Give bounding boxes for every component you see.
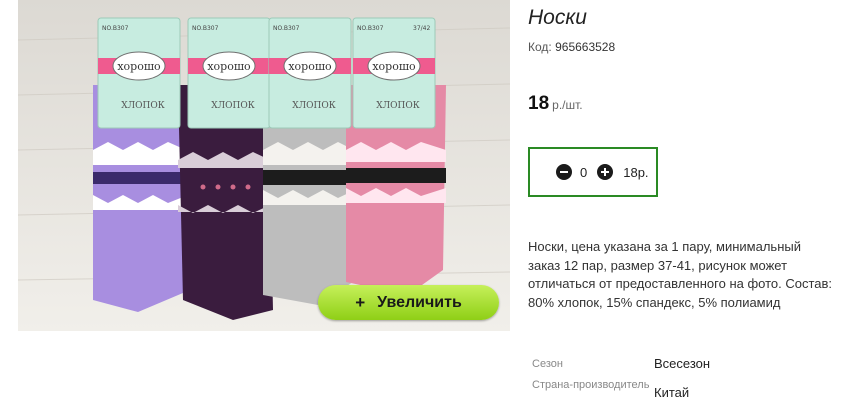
property-value: Всесезон bbox=[654, 356, 711, 371]
label-sku-3: NO.B307 bbox=[273, 25, 300, 32]
product-price: 18 р./шт. bbox=[528, 93, 583, 115]
product-code: Код: 965663528 bbox=[528, 40, 615, 54]
label-material-4: ХЛОПОК bbox=[376, 101, 420, 111]
product-image[interactable]: хорошо хорошо хорошо хорошо NO.B307 NO.B… bbox=[18, 0, 510, 331]
price-unit: р./шт. bbox=[552, 98, 583, 112]
product-title: Носки bbox=[528, 6, 587, 29]
label-brand-3: хорошо bbox=[288, 60, 332, 73]
quantity-sum: 18р. bbox=[623, 164, 649, 180]
zoom-button-label: Увеличить bbox=[377, 293, 462, 311]
increase-quantity-icon[interactable] bbox=[597, 164, 614, 180]
quantity-stepper: 0 18р. bbox=[528, 147, 658, 197]
property-row: Страна-производитель Китай bbox=[528, 378, 828, 408]
property-label: Страна-производитель bbox=[532, 379, 650, 391]
label-brand-2: хорошо bbox=[207, 60, 251, 73]
price-value: 18 bbox=[528, 93, 550, 114]
label-material-3: ХЛОПОК bbox=[292, 101, 336, 111]
property-row: Сезон Всесезон bbox=[528, 352, 828, 376]
property-label: Сезон bbox=[532, 358, 563, 370]
decrease-quantity-icon[interactable] bbox=[556, 164, 572, 180]
zoom-button[interactable]: + Увеличить bbox=[318, 285, 499, 320]
packaging-labels bbox=[97, 17, 436, 129]
label-size-4: 37/42 bbox=[413, 25, 430, 32]
product-description: Носки, цена указана за 1 пару, минимальн… bbox=[528, 239, 833, 310]
product-photo-illustration: хорошо хорошо хорошо хорошо NO.B307 NO.B… bbox=[18, 0, 510, 331]
label-material-2: ХЛОПОК bbox=[211, 101, 255, 111]
product-code-value: 965663528 bbox=[555, 40, 616, 54]
label-brand-4: хорошо bbox=[372, 60, 416, 73]
label-sku-1: NO.B307 bbox=[102, 25, 129, 32]
product-properties: Сезон Всесезон Страна-производитель Кита… bbox=[528, 352, 828, 408]
quantity-value: 0 bbox=[580, 164, 588, 180]
label-sku-4: NO.B307 bbox=[357, 25, 384, 32]
zoom-plus-icon: + bbox=[355, 292, 366, 312]
label-material-1: ХЛОПОК bbox=[121, 101, 165, 111]
label-sku-2: NO.B307 bbox=[192, 25, 219, 32]
property-value: Китай bbox=[654, 385, 690, 400]
label-brand-1: хорошо bbox=[117, 60, 161, 73]
product-code-label: Код: bbox=[528, 40, 552, 54]
